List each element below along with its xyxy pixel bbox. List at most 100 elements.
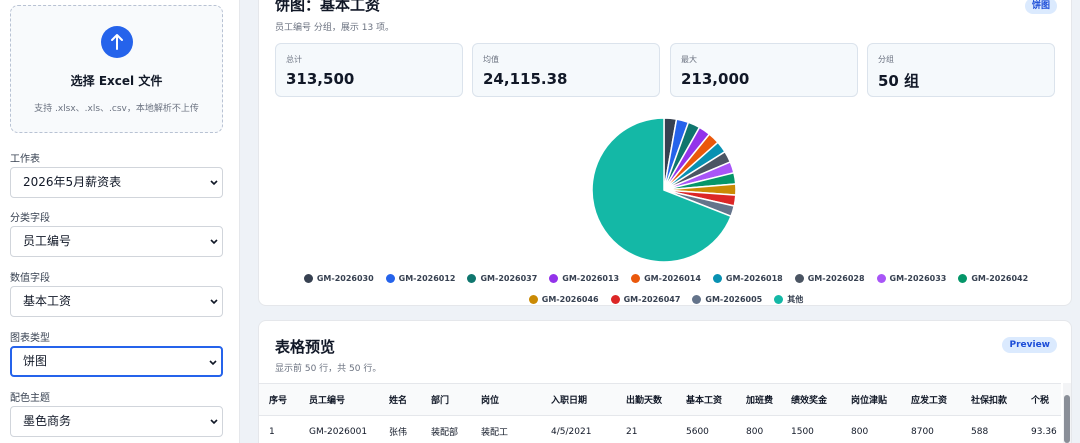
table-header-row: 序号 员工编号 姓名 部门 岗位 入职日期 出勤天数 基本工资 加班费 绩效奖金 岗位津贴 应发工资社… bbox=[259, 383, 1061, 416]
chart-card-subtitle: 员工编号 分组，展示 13 项。 bbox=[275, 23, 395, 33]
legend-swatch bbox=[385, 273, 395, 283]
table-cell: 800 bbox=[851, 426, 869, 437]
legend-label: GM-2026012 bbox=[398, 273, 456, 283]
column-header[interactable]: 应发工资 bbox=[901, 383, 961, 416]
chart-type-value: 饼图 bbox=[23, 354, 48, 368]
upload-title: 选择 Excel 文件 bbox=[70, 74, 163, 88]
legend-label: GM-2026014 bbox=[644, 273, 701, 283]
value-field-select[interactable]: 基本工资 bbox=[10, 286, 223, 317]
column-header[interactable]: 基本工资 bbox=[676, 383, 736, 416]
legend-swatch bbox=[528, 294, 538, 304]
excel-upload-dropzone[interactable]: 选择 Excel 文件 支持 .xlsx、.xls、.csv，本地解析不上传 bbox=[10, 5, 223, 133]
legend-item[interactable]: GM-2026018 bbox=[712, 272, 783, 284]
stat-groups: 分组 50 组 bbox=[867, 43, 1055, 97]
category-field-value: 员工编号 bbox=[23, 234, 72, 248]
upload-subtitle: 支持 .xlsx、.xls、.csv，本地解析不上传 bbox=[34, 104, 199, 114]
sheet-label: 工作表 bbox=[10, 154, 40, 165]
chart-card-title: 饼图：基本工资 bbox=[275, 0, 381, 14]
legend-swatch bbox=[794, 273, 804, 283]
preview-table: 序号 员工编号 姓名 部门 岗位 入职日期 出勤天数 基本工资 加班费 绩效奖金 岗位津贴 应发工资社… bbox=[259, 383, 1061, 443]
legend-item[interactable]: GM-2026042 bbox=[958, 272, 1028, 284]
table-card-title: 表格预览 bbox=[275, 338, 336, 356]
table-cell: GM-2026001 bbox=[309, 426, 368, 437]
scrollbar-thumb[interactable] bbox=[1064, 395, 1070, 443]
column-header[interactable]: 部门 bbox=[421, 383, 471, 416]
legend-item[interactable]: GM-2026046 bbox=[528, 293, 599, 305]
column-header[interactable]: 社保扣款 bbox=[961, 383, 1021, 416]
stat-max-label: 最大 bbox=[681, 55, 697, 64]
legend-label: GM-2026028 bbox=[807, 273, 865, 283]
legend-label: GM-2026005 bbox=[705, 294, 763, 304]
column-header[interactable]: 岗位 bbox=[471, 383, 541, 416]
legend-swatch bbox=[876, 273, 886, 283]
chart-card: 饼图：基本工资 员工编号 分组，展示 13 项。 饼图 总计 313,500 均… bbox=[258, 0, 1072, 306]
legend-item[interactable]: GM-2026012 bbox=[385, 272, 456, 284]
table-cell: 8700 bbox=[911, 426, 934, 437]
stat-total-value: 313,500 bbox=[286, 70, 355, 88]
chart-type-select[interactable]: 饼图 bbox=[10, 346, 223, 377]
chart-type-badge: 饼图 bbox=[1024, 0, 1057, 14]
value-field-value: 基本工资 bbox=[23, 294, 72, 308]
stat-groups-value: 50 组 bbox=[878, 72, 920, 90]
theme-select[interactable]: 墨色商务 bbox=[10, 406, 223, 437]
category-field-label: 分类字段 bbox=[10, 213, 50, 224]
column-header[interactable]: 岗位津贴 bbox=[841, 383, 901, 416]
chevron-down-icon bbox=[210, 239, 218, 245]
table-cell: 1 bbox=[269, 426, 275, 437]
legend-swatch bbox=[692, 294, 702, 304]
table-card-subtitle: 显示前 50 行，共 50 行。 bbox=[275, 364, 382, 374]
table-cell: 800 bbox=[746, 426, 764, 437]
stat-mean-label: 均值 bbox=[483, 55, 499, 64]
table-cell: 装配工 bbox=[481, 428, 509, 439]
chevron-down-icon bbox=[210, 419, 218, 425]
legend-swatch bbox=[958, 273, 968, 283]
legend-item[interactable]: GM-2026013 bbox=[549, 272, 619, 284]
column-header[interactable]: 员工编号 bbox=[299, 383, 379, 416]
sheet-select-value: 2026年5月薪资表 bbox=[23, 175, 122, 189]
table-cell: 1500 bbox=[791, 426, 814, 437]
table-scrollbar[interactable] bbox=[1063, 383, 1071, 443]
table-cell: 21 bbox=[626, 426, 638, 437]
table-cell: 张伟 bbox=[389, 428, 408, 439]
stat-mean-value: 24,115.38 bbox=[483, 70, 568, 88]
legend-label: 其他 bbox=[787, 294, 804, 304]
legend-swatch bbox=[610, 294, 620, 304]
sheet-select[interactable]: 2026年5月薪资表 bbox=[10, 167, 223, 198]
value-field-label: 数值字段 bbox=[10, 273, 50, 284]
legend-item[interactable]: GM-2026014 bbox=[631, 272, 701, 284]
legend-item[interactable]: GM-2026037 bbox=[467, 272, 537, 284]
column-header[interactable]: 序号 bbox=[259, 383, 299, 416]
legend-swatch bbox=[712, 273, 722, 283]
chevron-down-icon bbox=[209, 360, 217, 366]
stat-max: 最大 213,000 bbox=[670, 43, 858, 97]
category-field-select[interactable]: 员工编号 bbox=[10, 226, 223, 257]
table-body: 1 GM-2026001 张伟 装配部 装配工 4/5/2021 21 5600 800 1500… bbox=[259, 416, 1061, 443]
stat-groups-label: 分组 bbox=[878, 55, 894, 64]
legend-item[interactable]: GM-2026047 bbox=[610, 293, 680, 305]
legend-row: GM-2026030 GM-2026012 GM-2026037 GM-2026013… bbox=[259, 272, 1073, 284]
column-header[interactable]: 绩效奖金 bbox=[781, 383, 841, 416]
legend-item[interactable]: GM-2026028 bbox=[794, 272, 865, 284]
table-cell: 5600 bbox=[686, 426, 709, 437]
legend-row: GM-2026046 GM-2026047 GM-2026005 其他 bbox=[259, 293, 1073, 305]
column-header[interactable]: 出勤天数 bbox=[616, 383, 676, 416]
preview-badge: Preview bbox=[1002, 337, 1057, 353]
table-row: 1 GM-2026001 张伟 装配部 装配工 4/5/2021 21 5600 800 1500… bbox=[259, 416, 1061, 443]
legend-label: GM-2026033 bbox=[889, 273, 947, 283]
legend-swatch bbox=[774, 294, 784, 304]
sidebar: 选择 Excel 文件 支持 .xlsx、.xls、.csv，本地解析不上传 工… bbox=[0, 0, 240, 443]
legend-item[interactable]: 其他 bbox=[774, 293, 803, 305]
table-cell: 588 bbox=[971, 426, 989, 437]
legend-item[interactable]: GM-2026033 bbox=[876, 272, 947, 284]
table-cell: 4/5/2021 bbox=[551, 426, 592, 437]
chevron-down-icon bbox=[210, 180, 218, 186]
column-header[interactable]: 入职日期 bbox=[541, 383, 616, 416]
legend-item[interactable]: GM-2026005 bbox=[692, 293, 762, 305]
legend-label: GM-2026013 bbox=[562, 273, 620, 283]
column-header[interactable]: 个税 bbox=[1021, 383, 1061, 416]
stat-total: 总计 313,500 bbox=[275, 43, 463, 97]
column-header[interactable]: 加班费 bbox=[736, 383, 781, 416]
legend-item[interactable]: GM-2026030 bbox=[303, 272, 374, 284]
column-header[interactable]: 姓名 bbox=[379, 383, 421, 416]
stat-total-label: 总计 bbox=[286, 55, 302, 64]
